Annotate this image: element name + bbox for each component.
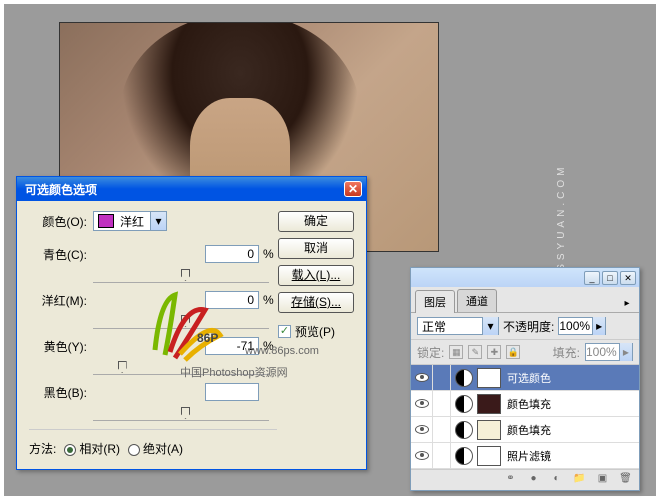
lock-all-icon[interactable]: 🔒 bbox=[506, 345, 520, 359]
adjustment-icon bbox=[455, 447, 473, 465]
visibility-icon[interactable] bbox=[411, 391, 433, 417]
visibility-icon[interactable] bbox=[411, 417, 433, 443]
yellow-slider[interactable] bbox=[93, 361, 269, 375]
fill-label: 填充: bbox=[553, 344, 580, 361]
dialog-title: 可选颜色选项 bbox=[21, 181, 97, 198]
adjustment-icon bbox=[455, 421, 473, 439]
adjustment-icon bbox=[455, 395, 473, 413]
layer-thumb bbox=[477, 420, 501, 440]
color-dropdown[interactable]: 洋红 ▾ bbox=[93, 211, 167, 231]
tab-layers[interactable]: 图层 bbox=[415, 290, 455, 313]
layer-name: 颜色填充 bbox=[507, 396, 639, 412]
magenta-slider[interactable] bbox=[93, 315, 269, 329]
chevron-right-icon[interactable]: ▸ bbox=[592, 317, 605, 335]
folder-icon[interactable]: 📁 bbox=[572, 473, 587, 487]
close-icon[interactable]: ✕ bbox=[344, 181, 362, 197]
tab-channels[interactable]: 通道 bbox=[457, 289, 497, 312]
visibility-icon[interactable] bbox=[411, 443, 433, 469]
panel-close-icon[interactable]: ✕ bbox=[620, 271, 636, 285]
maximize-icon[interactable]: □ bbox=[602, 271, 618, 285]
chevron-down-icon[interactable]: ▾ bbox=[482, 317, 498, 335]
yellow-input[interactable] bbox=[205, 337, 259, 355]
adjustment-icon bbox=[455, 369, 473, 387]
layer-name: 颜色填充 bbox=[507, 422, 639, 438]
cyan-label: 青色(C): bbox=[29, 246, 87, 263]
mask-icon[interactable]: ◐ bbox=[549, 473, 564, 487]
new-layer-icon[interactable]: ▣ bbox=[595, 473, 610, 487]
opacity-label: 不透明度: bbox=[503, 318, 554, 335]
lock-trans-icon[interactable]: ▦ bbox=[449, 345, 463, 359]
opacity-input[interactable]: 100% ▸ bbox=[558, 317, 606, 335]
blend-mode-select[interactable]: 正常 ▾ bbox=[417, 317, 499, 335]
mask-thumb bbox=[477, 368, 501, 388]
mask-thumb bbox=[477, 446, 501, 466]
preview-checkbox[interactable]: ✓ 预览(P) bbox=[278, 323, 354, 340]
ok-button[interactable]: 确定 bbox=[278, 211, 354, 232]
cyan-input[interactable] bbox=[205, 245, 259, 263]
lock-label: 锁定: bbox=[417, 344, 444, 361]
method-relative-radio[interactable]: 相对(R) bbox=[64, 440, 120, 457]
layers-list: 可选颜色颜色填充颜色填充照片滤镜 bbox=[411, 365, 639, 469]
dialog-titlebar[interactable]: 可选颜色选项 ✕ bbox=[17, 177, 366, 201]
lock-paint-icon[interactable]: ✎ bbox=[468, 345, 482, 359]
load-button[interactable]: 载入(L)... bbox=[278, 265, 354, 286]
panel-menu-icon[interactable]: ▸ bbox=[619, 298, 635, 312]
black-input[interactable] bbox=[205, 383, 259, 401]
color-swatch bbox=[98, 214, 114, 228]
cyan-slider[interactable] bbox=[93, 269, 269, 283]
visibility-icon[interactable] bbox=[411, 365, 433, 391]
color-value: 洋红 bbox=[118, 213, 150, 230]
link-icon[interactable]: ⚭ bbox=[503, 473, 518, 487]
method-label: 方法: bbox=[29, 440, 56, 457]
magenta-label: 洋红(M): bbox=[29, 292, 87, 309]
layer-row[interactable]: 颜色填充 bbox=[411, 391, 639, 417]
layer-thumb bbox=[477, 394, 501, 414]
check-icon: ✓ bbox=[278, 325, 291, 338]
panel-titlebar[interactable]: _ □ ✕ bbox=[411, 268, 639, 287]
layer-row[interactable]: 颜色填充 bbox=[411, 417, 639, 443]
black-label: 黑色(B): bbox=[29, 384, 87, 401]
method-absolute-radio[interactable]: 绝对(A) bbox=[128, 440, 183, 457]
selective-color-dialog: 可选颜色选项 ✕ 颜色(O): 洋红 ▾ 青色(C): % 洋红(M): bbox=[16, 176, 367, 470]
black-slider[interactable] bbox=[93, 407, 269, 421]
magenta-input[interactable] bbox=[205, 291, 259, 309]
lock-move-icon[interactable]: ✚ bbox=[487, 345, 501, 359]
fx-icon[interactable]: ● bbox=[526, 473, 541, 487]
layer-name: 照片滤镜 bbox=[507, 448, 639, 464]
yellow-label: 黄色(Y): bbox=[29, 338, 87, 355]
color-label: 颜色(O): bbox=[29, 213, 87, 230]
chevron-down-icon[interactable]: ▾ bbox=[150, 212, 166, 230]
cancel-button[interactable]: 取消 bbox=[278, 238, 354, 259]
fill-input[interactable]: 100% ▸ bbox=[585, 343, 633, 361]
minimize-icon[interactable]: _ bbox=[584, 271, 600, 285]
layer-row[interactable]: 照片滤镜 bbox=[411, 443, 639, 469]
layer-row[interactable]: 可选颜色 bbox=[411, 365, 639, 391]
chevron-right-icon[interactable]: ▸ bbox=[619, 343, 632, 361]
layers-panel: _ □ ✕ 图层 通道 ▸ 正常 ▾ 不透明度: 100% ▸ 锁定: ▦ ✎ … bbox=[410, 267, 640, 491]
trash-icon[interactable]: 🗑 bbox=[618, 473, 633, 487]
save-button[interactable]: 存储(S)... bbox=[278, 292, 354, 313]
layer-name: 可选颜色 bbox=[507, 370, 639, 386]
